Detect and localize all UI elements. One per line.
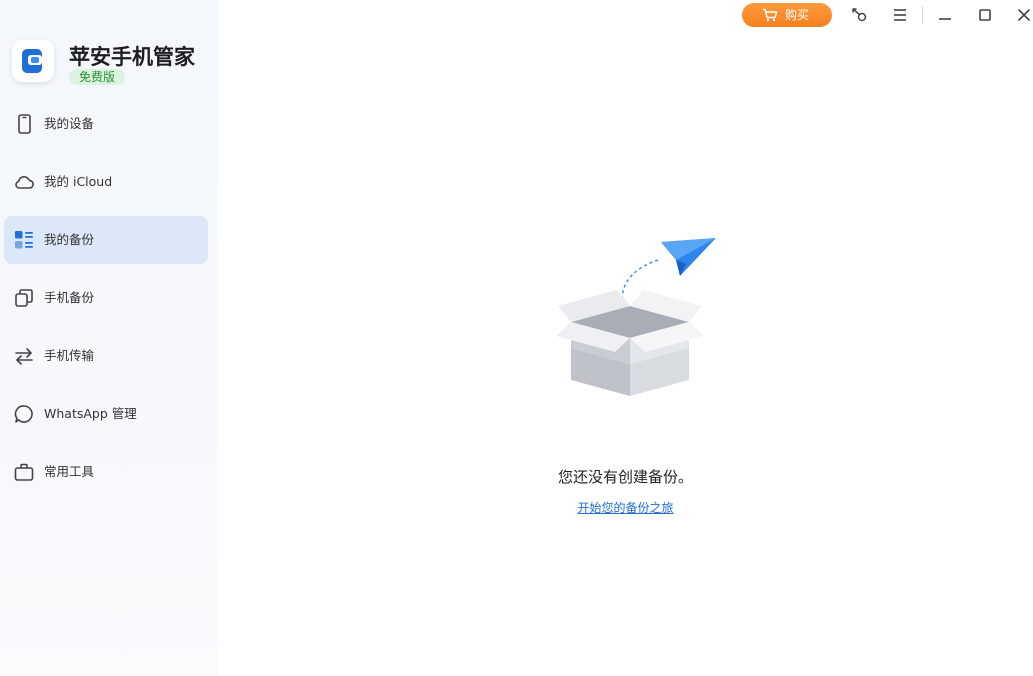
sidebar-item-my-backup[interactable]: 我的备份 bbox=[4, 216, 208, 264]
app-logo-icon bbox=[12, 40, 54, 82]
chat-bubble-icon bbox=[14, 405, 33, 423]
sidebar-item-tools[interactable]: 常用工具 bbox=[4, 448, 208, 496]
menu-icon[interactable] bbox=[891, 6, 909, 24]
buy-button[interactable]: 购买 bbox=[742, 3, 832, 27]
app-name: 苹安手机管家 bbox=[69, 45, 195, 69]
sidebar-item-whatsapp[interactable]: WhatsApp 管理 bbox=[4, 390, 208, 438]
close-icon[interactable] bbox=[1015, 6, 1033, 24]
transfer-icon bbox=[15, 348, 33, 365]
maximize-icon[interactable] bbox=[976, 6, 994, 24]
sidebar-item-label: 我的备份 bbox=[44, 232, 95, 247]
sidebar-nav: 我的设备 我的 iCloud 我的备份 手机备份 手机传输 WhatsApp 管… bbox=[4, 100, 208, 506]
sidebar-item-label: 我的设备 bbox=[44, 116, 95, 131]
main-panel: 购买 您还没有创建备份。 开始您的备份之旅 bbox=[218, 0, 1033, 676]
buy-button-label: 购买 bbox=[785, 8, 810, 22]
sidebar-item-my-device[interactable]: 我的设备 bbox=[4, 100, 208, 148]
sidebar-item-label: WhatsApp 管理 bbox=[44, 406, 137, 421]
sidebar-item-label: 手机传输 bbox=[44, 348, 95, 363]
empty-state-title: 您还没有创建备份。 bbox=[557, 468, 693, 486]
empty-box-illustration bbox=[556, 238, 716, 396]
sidebar: 苹安手机管家 免费版 我的设备 我的 iCloud 我的备份 手机备份 手机传输… bbox=[0, 0, 218, 676]
copy-icon bbox=[15, 289, 33, 307]
backup-icon bbox=[15, 231, 33, 249]
cart-icon bbox=[763, 8, 778, 22]
sidebar-item-my-icloud[interactable]: 我的 iCloud bbox=[4, 158, 208, 206]
phone-icon bbox=[18, 114, 31, 134]
edition-badge: 免费版 bbox=[69, 69, 126, 85]
titlebar-divider bbox=[922, 6, 923, 24]
sidebar-item-phone-backup[interactable]: 手机备份 bbox=[4, 274, 208, 322]
toolbox-icon bbox=[14, 463, 34, 481]
cloud-icon bbox=[15, 176, 34, 189]
start-backup-link[interactable]: 开始您的备份之旅 bbox=[218, 499, 1033, 516]
minimize-icon[interactable] bbox=[936, 6, 954, 24]
sidebar-item-label: 常用工具 bbox=[44, 464, 95, 479]
sidebar-item-label: 我的 iCloud bbox=[44, 174, 113, 189]
sidebar-item-phone-transfer[interactable]: 手机传输 bbox=[4, 332, 208, 380]
sidebar-item-label: 手机备份 bbox=[44, 290, 95, 305]
key-icon[interactable] bbox=[850, 6, 868, 24]
